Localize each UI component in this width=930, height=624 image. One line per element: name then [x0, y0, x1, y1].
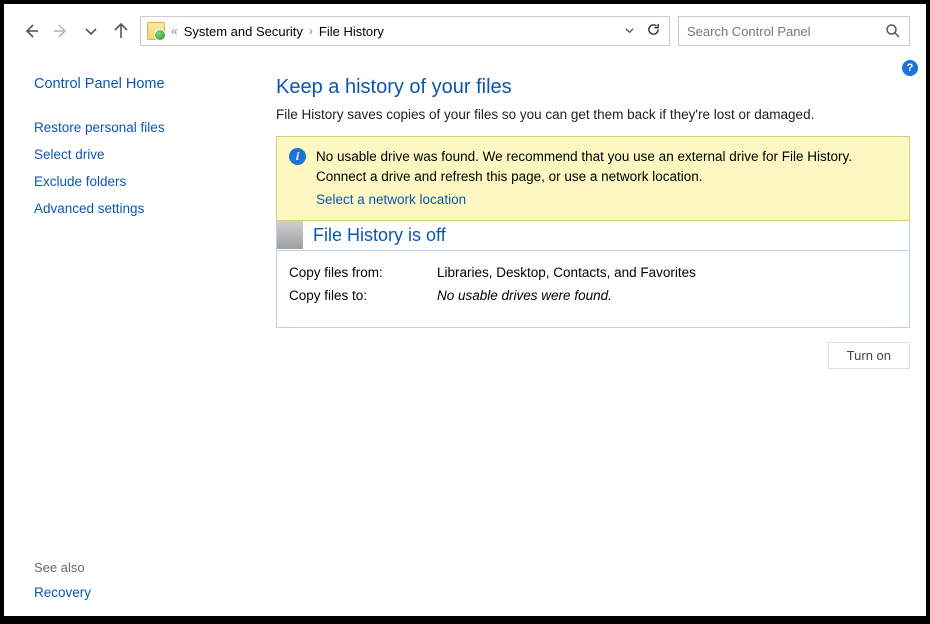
alert-line: No usable drive was found. We recommend …: [316, 149, 852, 164]
breadcrumb-overflow-icon[interactable]: «: [171, 24, 178, 38]
sidebar-link-exclude-folders[interactable]: Exclude folders: [34, 174, 242, 189]
nav-recent-dropdown[interactable]: [80, 20, 102, 42]
search-input[interactable]: [687, 24, 885, 39]
copy-from-value: Libraries, Desktop, Contacts, and Favori…: [437, 265, 696, 280]
chevron-down-icon: [83, 23, 99, 39]
copy-from-label: Copy files from:: [289, 265, 437, 280]
sidebar-link-select-drive[interactable]: Select drive: [34, 147, 242, 162]
see-also-recovery-link[interactable]: Recovery: [34, 585, 242, 600]
sidebar-link-restore[interactable]: Restore personal files: [34, 120, 242, 135]
refresh-button[interactable]: [643, 22, 663, 40]
main-content: Keep a history of your files File Histor…: [242, 54, 926, 616]
refresh-icon: [646, 22, 661, 37]
info-icon: i: [289, 148, 306, 165]
status-color-swatch: [277, 221, 303, 249]
address-history-dropdown[interactable]: [621, 24, 637, 39]
status-panel: File History is off Copy files from: Lib…: [276, 221, 910, 328]
arrow-up-icon: [113, 23, 129, 39]
nav-up-button[interactable]: [110, 20, 132, 42]
arrow-left-icon: [23, 23, 39, 39]
turn-on-button[interactable]: Turn on: [828, 342, 910, 369]
help-button[interactable]: ?: [902, 60, 918, 76]
alert-line: Connect a drive and refresh this page, o…: [316, 169, 702, 184]
nav-forward-button[interactable]: [50, 20, 72, 42]
page-title: Keep a history of your files: [276, 76, 910, 99]
breadcrumb-part[interactable]: File History: [319, 24, 384, 39]
see-also-heading: See also: [34, 560, 242, 575]
arrow-right-icon: [53, 23, 69, 39]
sidebar-link-advanced[interactable]: Advanced settings: [34, 201, 242, 216]
chevron-down-icon: [624, 25, 635, 36]
select-network-location-link[interactable]: Select a network location: [316, 190, 852, 210]
info-alert: i No usable drive was found. We recommen…: [276, 136, 910, 221]
search-box[interactable]: [678, 16, 910, 46]
status-title: File History is off: [313, 221, 446, 250]
address-bar[interactable]: « System and Security › File History: [140, 16, 670, 46]
chevron-right-icon: ›: [309, 24, 313, 38]
control-panel-folder-icon: [147, 22, 165, 40]
sidebar: Control Panel Home Restore personal file…: [4, 54, 242, 616]
search-icon: [885, 23, 901, 39]
page-subtitle: File History saves copies of your files …: [276, 107, 910, 122]
control-panel-home-link[interactable]: Control Panel Home: [34, 76, 242, 92]
nav-back-button[interactable]: [20, 20, 42, 42]
copy-to-value: No usable drives were found.: [437, 288, 612, 303]
toolbar: « System and Security › File History: [4, 4, 926, 54]
breadcrumb-part[interactable]: System and Security: [184, 24, 303, 39]
copy-to-label: Copy files to:: [289, 288, 437, 303]
